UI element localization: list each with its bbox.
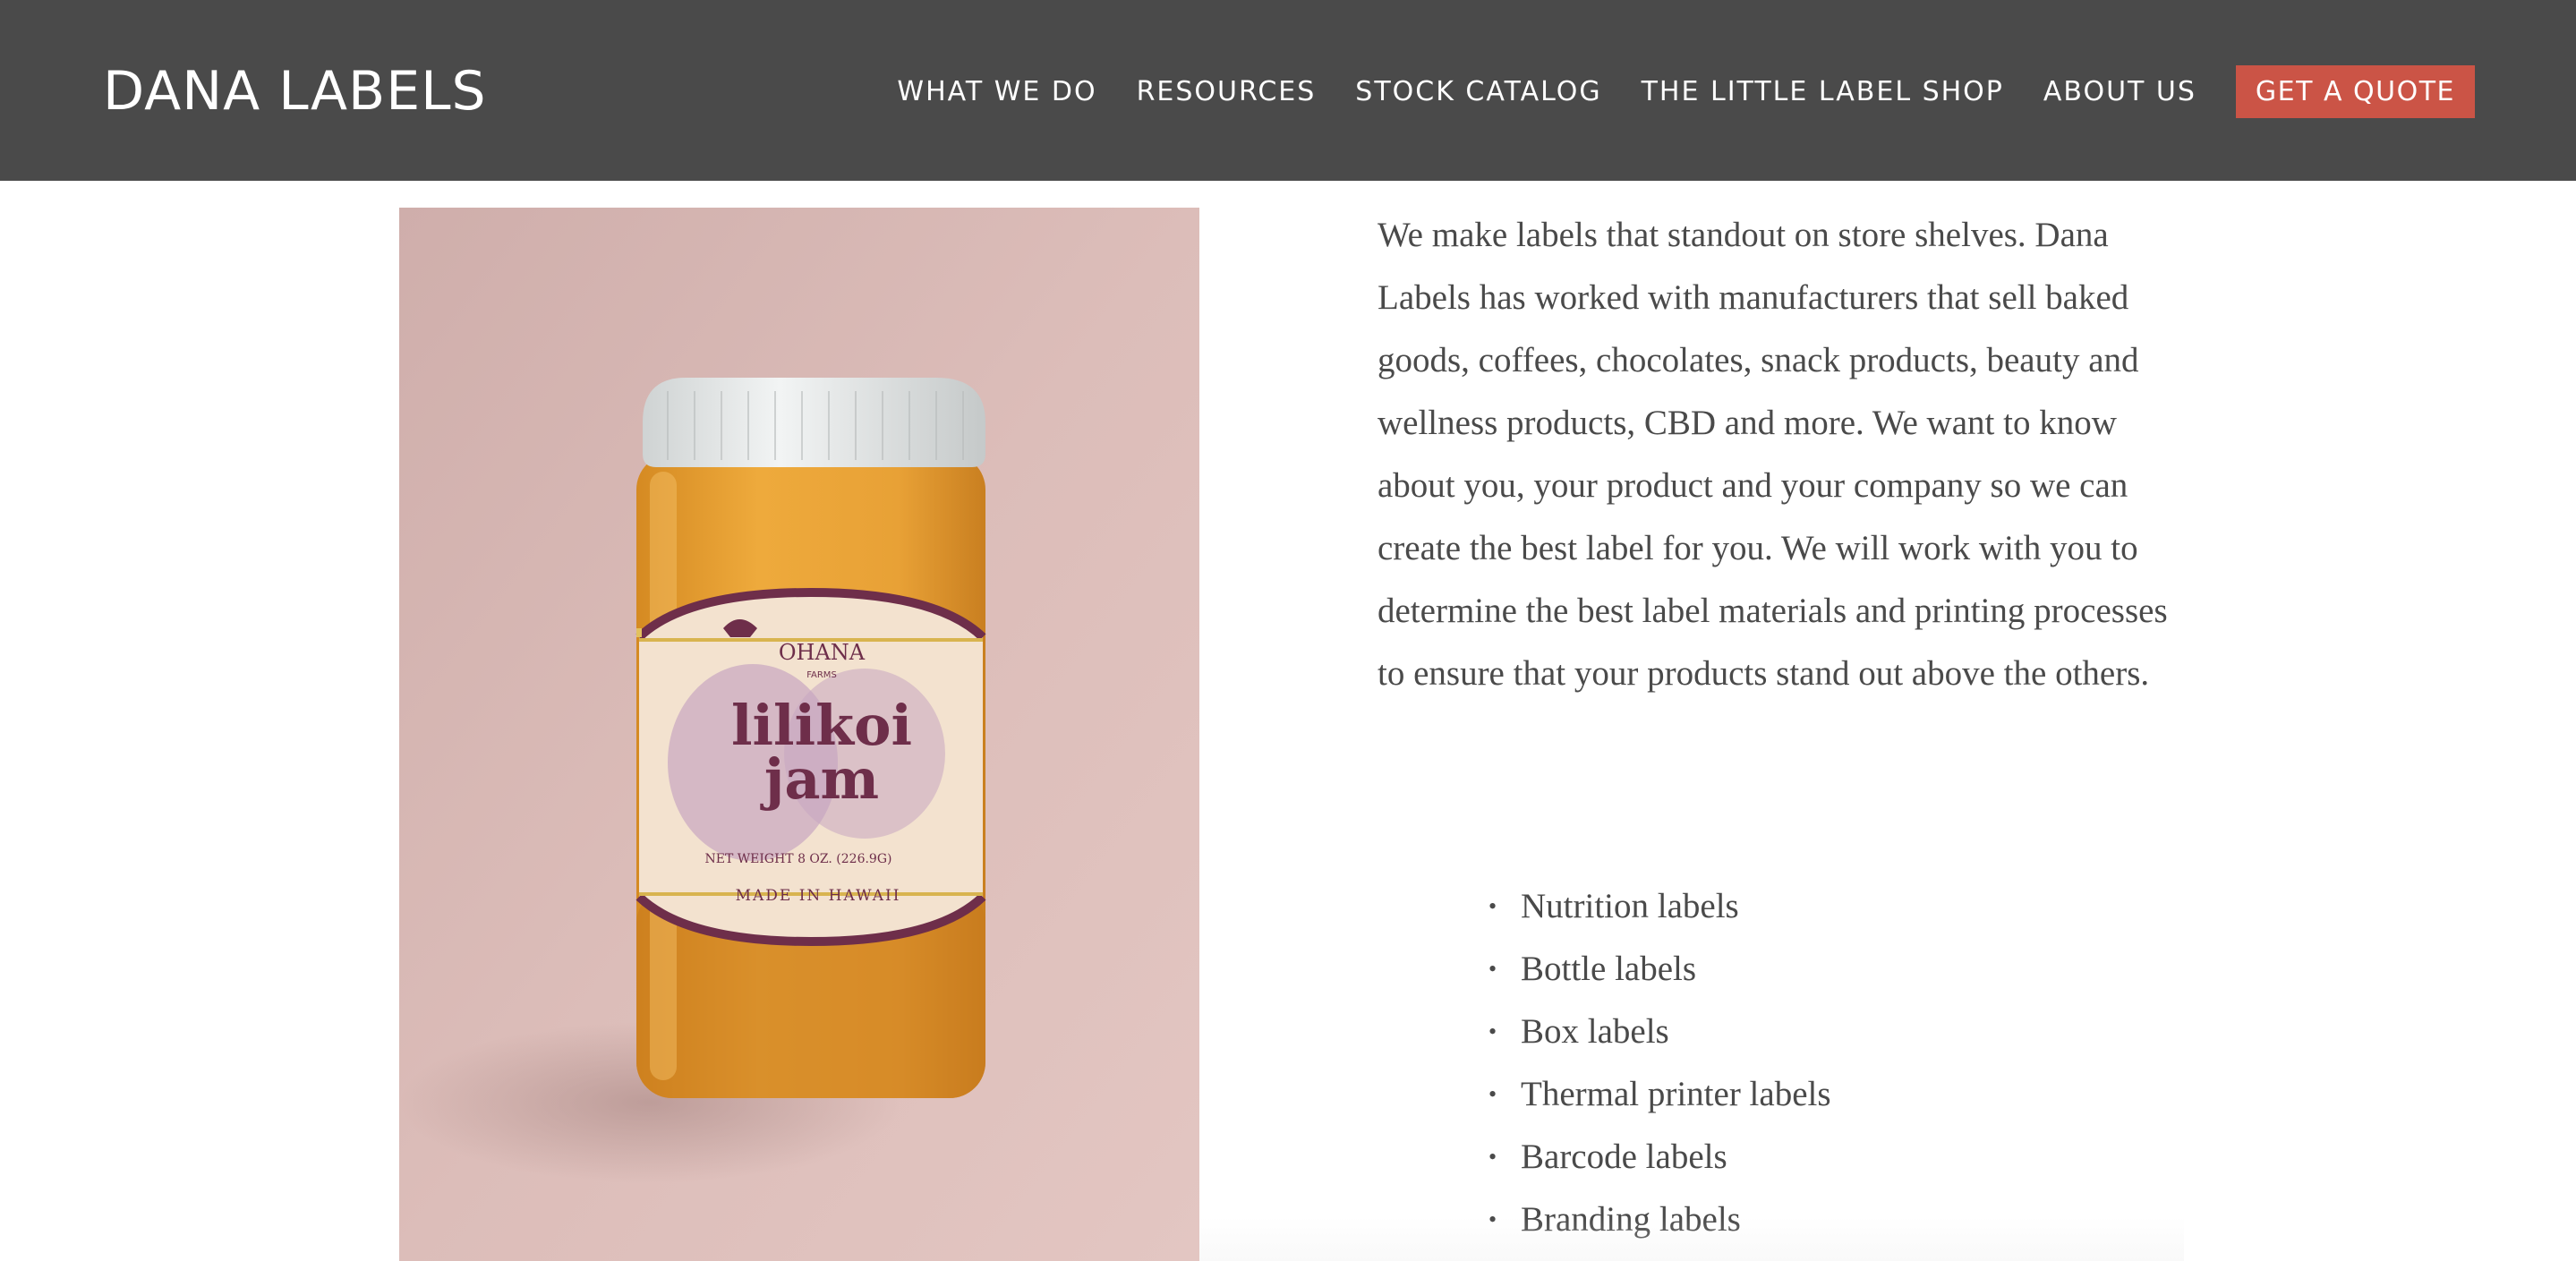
list-item-text: Bottle labels — [1521, 950, 1697, 988]
jar-weight-text: NET WEIGHT 8 OZ. (226.9G) — [705, 852, 892, 866]
bullet-icon: • — [1488, 893, 1497, 919]
list-item-text: Nutrition labels — [1521, 887, 1739, 925]
bullet-icon: • — [1488, 1144, 1497, 1170]
label-types-list: • Nutrition labels • Bottle labels • Box la… — [1488, 875, 1831, 1251]
product-photo: OHANA FARMS lilikoi jam NET WEIGHT 8 OZ.… — [399, 208, 1199, 1261]
nav-item-little-label-shop[interactable]: THE LITTLE LABEL SHOP — [1642, 76, 2004, 107]
nav-item-about-us[interactable]: ABOUT US — [2043, 76, 2196, 107]
intro-paragraph: We make labels that standout on store sh… — [1378, 216, 2168, 693]
main-nav: WHAT WE DO RESOURCES STOCK CATALOG THE L… — [897, 64, 2475, 118]
jar-brand-text: OHANA — [779, 640, 866, 665]
jar-name-line2: jam — [760, 746, 879, 812]
jar-brand-sub-text: FARMS — [806, 670, 837, 680]
bottom-fade — [1199, 1217, 2184, 1261]
list-item-text: Thermal printer labels — [1521, 1075, 1831, 1113]
site-header: DANA LABELS WHAT WE DO RESOURCES STOCK C… — [0, 0, 2576, 181]
list-item: • Nutrition labels — [1488, 875, 1831, 938]
list-item: • Thermal printer labels — [1488, 1063, 1831, 1126]
jam-jar-image: OHANA FARMS lilikoi jam NET WEIGHT 8 OZ.… — [399, 208, 1199, 1261]
site-logo[interactable]: DANA LABELS — [103, 55, 487, 127]
bullet-icon: • — [1488, 1081, 1497, 1107]
main-content: We make labels that standout on store sh… — [1378, 204, 2201, 1239]
nav-item-what-we-do[interactable]: WHAT WE DO — [897, 76, 1096, 107]
bullet-icon: • — [1488, 1018, 1497, 1044]
list-item: • Bottle labels — [1488, 938, 1831, 1001]
list-item-text: Box labels — [1521, 1012, 1669, 1051]
nav-item-resources[interactable]: RESOURCES — [1137, 76, 1317, 107]
list-item: • Barcode labels — [1488, 1126, 1831, 1189]
jar-origin-text: MADE IN HAWAII — [736, 887, 901, 905]
list-item-text: Barcode labels — [1521, 1137, 1727, 1176]
nav-item-stock-catalog[interactable]: STOCK CATALOG — [1355, 76, 1601, 107]
bullet-icon: • — [1488, 956, 1497, 982]
list-item: • Box labels — [1488, 1001, 1831, 1063]
get-a-quote-button[interactable]: GET A QUOTE — [2235, 64, 2475, 118]
